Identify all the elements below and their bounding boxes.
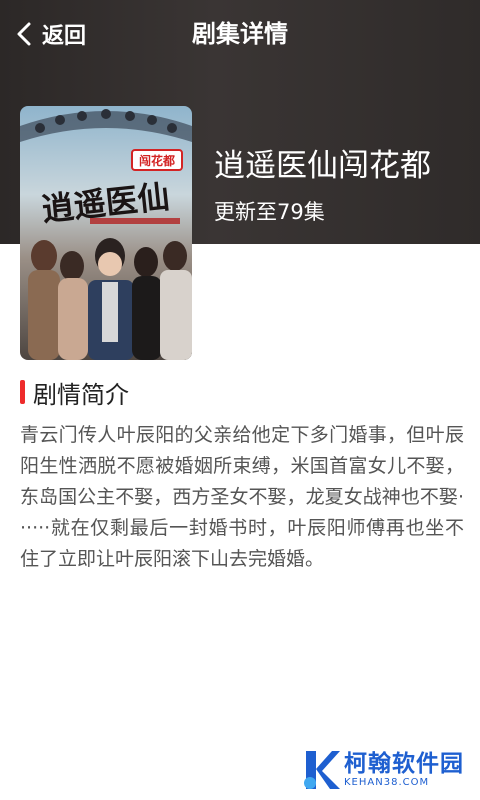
episode-status: 更新至79集 [214, 200, 325, 224]
synopsis-header: 剧情简介 [20, 376, 129, 409]
show-title: 逍遥医仙闯花都 [214, 148, 431, 184]
section-accent-bar [20, 380, 25, 404]
chevron-left-icon [14, 16, 36, 52]
section-title: 剧情简介 [33, 380, 129, 409]
watermark-name: 柯翰软件园 [344, 751, 464, 777]
back-label: 返回 [42, 24, 87, 49]
watermark-url: KEHAN38.COM [344, 777, 430, 788]
top-bar: 剧集详情 返回 [0, 0, 480, 68]
watermark: 柯翰软件园 KEHAN38.COM [300, 746, 470, 794]
poster-badge: 闯花都 [139, 153, 175, 168]
show-poster[interactable]: 闯花都 逍遥医仙 [20, 106, 192, 360]
synopsis-text: 青云门传人叶辰阳的父亲给他定下多门婚事，但叶辰阳生性洒脱不愿被婚姻所束缚，米国首… [20, 424, 464, 570]
back-button[interactable]: 返回 [14, 16, 86, 52]
kehan-logo-icon [300, 747, 340, 793]
